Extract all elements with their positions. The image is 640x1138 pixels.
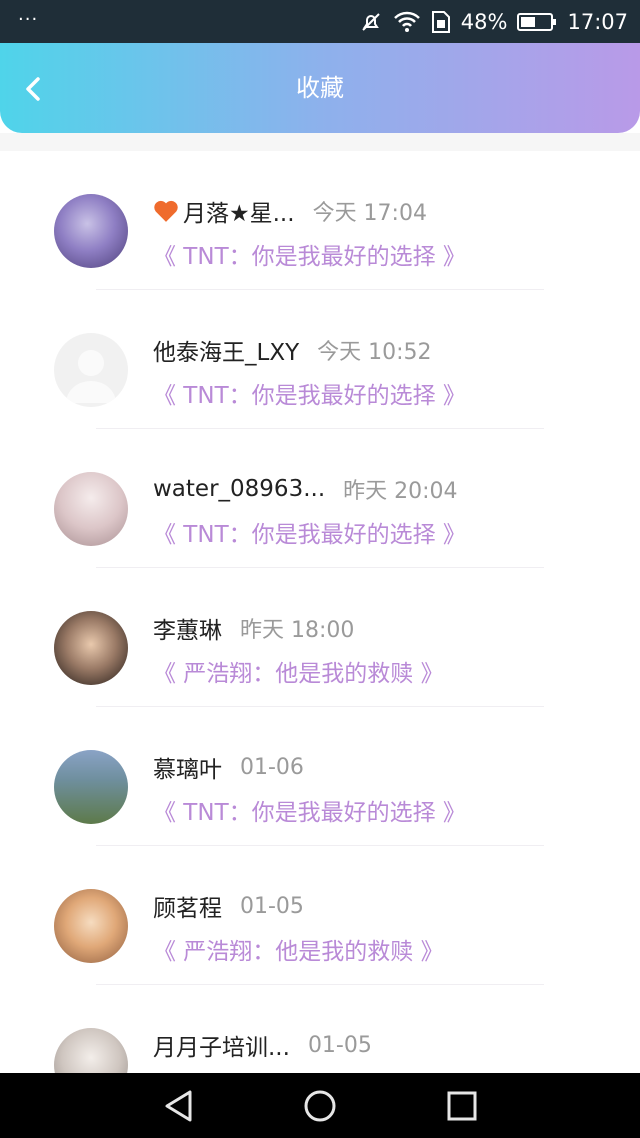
- list-item[interactable]: 李蕙琳 昨天 18:00 《 严浩翔：他是我的救赎 》: [0, 568, 640, 707]
- favorites-list[interactable]: 月落★星... 今天 17:04 《 TNT：你是我最好的选择 》 他泰海王_L…: [0, 151, 640, 1073]
- work-title[interactable]: 《 TNT：你是我最好的选择 》: [153, 793, 466, 827]
- work-title[interactable]: 《 严浩翔：他是我的救赎 》: [153, 932, 444, 966]
- user-name[interactable]: 月月子培训...: [153, 1028, 290, 1062]
- user-name[interactable]: 他泰海王_LXY: [153, 333, 299, 367]
- timestamp: 今天 10:52: [317, 340, 432, 365]
- header: 收藏: [0, 43, 640, 133]
- battery-percent: 48%: [460, 9, 508, 34]
- battery-icon: [517, 11, 557, 33]
- separator-strip: [0, 133, 640, 151]
- triangle-back-icon: [165, 1090, 192, 1122]
- circle-home-icon: [304, 1090, 336, 1122]
- timestamp: 昨天 20:04: [343, 479, 458, 504]
- avatar[interactable]: [54, 889, 128, 963]
- avatar[interactable]: [54, 194, 128, 268]
- status-time: 17:07: [567, 9, 628, 34]
- square-recents-icon: [447, 1091, 477, 1121]
- user-name[interactable]: 李蕙琳: [153, 611, 222, 645]
- avatar[interactable]: [54, 1028, 128, 1073]
- page-title: 收藏: [296, 74, 344, 102]
- navigation-bar: [0, 1073, 640, 1138]
- user-name[interactable]: 月落★星...: [183, 194, 295, 228]
- avatar[interactable]: [54, 611, 128, 685]
- timestamp: 01-05: [240, 893, 304, 919]
- work-title[interactable]: 《 TNT：你是我最好的选择 》: [153, 376, 466, 410]
- list-item[interactable]: 慕璃叶 01-06 《 TNT：你是我最好的选择 》: [0, 707, 640, 846]
- timestamp: 昨天 18:00: [240, 618, 355, 643]
- work-title[interactable]: 《 严浩翔：他是我的救赎 》: [153, 654, 444, 688]
- status-dots: ···: [18, 9, 39, 30]
- list-item[interactable]: 他泰海王_LXY 今天 10:52 《 TNT：你是我最好的选择 》: [0, 290, 640, 429]
- list-item[interactable]: water_08963... 昨天 20:04 《 TNT：你是我最好的选择 》: [0, 429, 640, 568]
- nav-back-button[interactable]: [160, 1087, 198, 1125]
- list-item[interactable]: 月月子培训... 01-05: [0, 985, 640, 1073]
- avatar[interactable]: [54, 472, 128, 546]
- work-title[interactable]: 《 TNT：你是我最好的选择 》: [153, 515, 466, 549]
- mute-icon: [359, 10, 383, 34]
- timestamp: 今天 17:04: [312, 201, 427, 226]
- user-name[interactable]: 慕璃叶: [153, 750, 222, 784]
- list-item[interactable]: 月落★星... 今天 17:04 《 TNT：你是我最好的选择 》: [0, 151, 640, 290]
- user-name[interactable]: water_08963...: [153, 476, 325, 502]
- default-avatar-icon: [66, 350, 116, 403]
- avatar[interactable]: [54, 333, 128, 407]
- sim-icon: [431, 10, 451, 34]
- wifi-icon: [393, 11, 421, 33]
- list-item[interactable]: 顾茗程 01-05 《 严浩翔：他是我的救赎 》: [0, 846, 640, 985]
- timestamp: 01-05: [307, 1032, 372, 1058]
- timestamp: 01-06: [240, 754, 304, 780]
- avatar[interactable]: [54, 750, 128, 824]
- nav-home-button[interactable]: [301, 1087, 339, 1125]
- heart-icon: [154, 200, 178, 222]
- user-name[interactable]: 顾茗程: [153, 889, 222, 923]
- nav-recents-button[interactable]: [443, 1087, 481, 1125]
- work-title[interactable]: 《 TNT：你是我最好的选择 》: [153, 237, 466, 271]
